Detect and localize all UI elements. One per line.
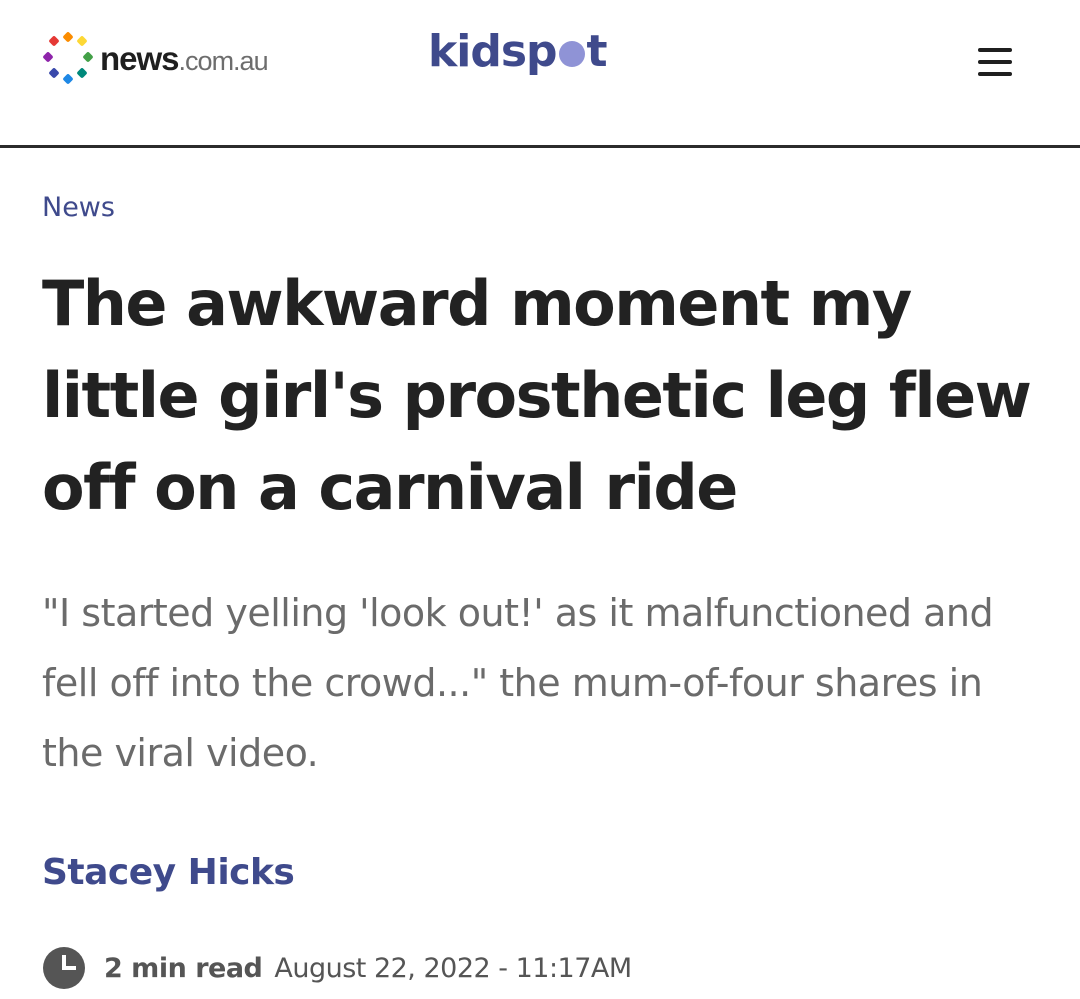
article-standfirst: "I started yelling 'look out!' as it mal… [42,591,994,775]
kidspot-dot-icon [558,41,585,67]
article-headline: The awkward moment my little girl's pros… [42,267,1032,524]
clock-icon [43,947,85,989]
kidspot-logo-suffix: t [586,26,608,77]
site-header: news .com.au kidsp t [0,0,1080,148]
news-wordmark: news .com.au [100,40,269,78]
publish-date: August 22, 2022 - 11:17AM [274,952,632,984]
author-link[interactable]: Stacey Hicks [42,852,295,893]
news-wordmark-domain: .com.au [178,46,269,76]
news-com-au-logo[interactable]: news .com.au [42,31,269,85]
kidspot-logo-prefix: kidsp [428,26,558,77]
article-meta: 2 min read August 22, 2022 - 11:17AM [42,944,632,992]
category-link[interactable]: News [42,192,115,223]
read-time: 2 min read [104,952,263,984]
kidspot-logo[interactable]: kidsp t [428,26,608,77]
hamburger-menu-icon[interactable] [972,44,1018,80]
news-dots-logo-icon [42,31,94,85]
news-wordmark-bold: news [100,40,180,77]
